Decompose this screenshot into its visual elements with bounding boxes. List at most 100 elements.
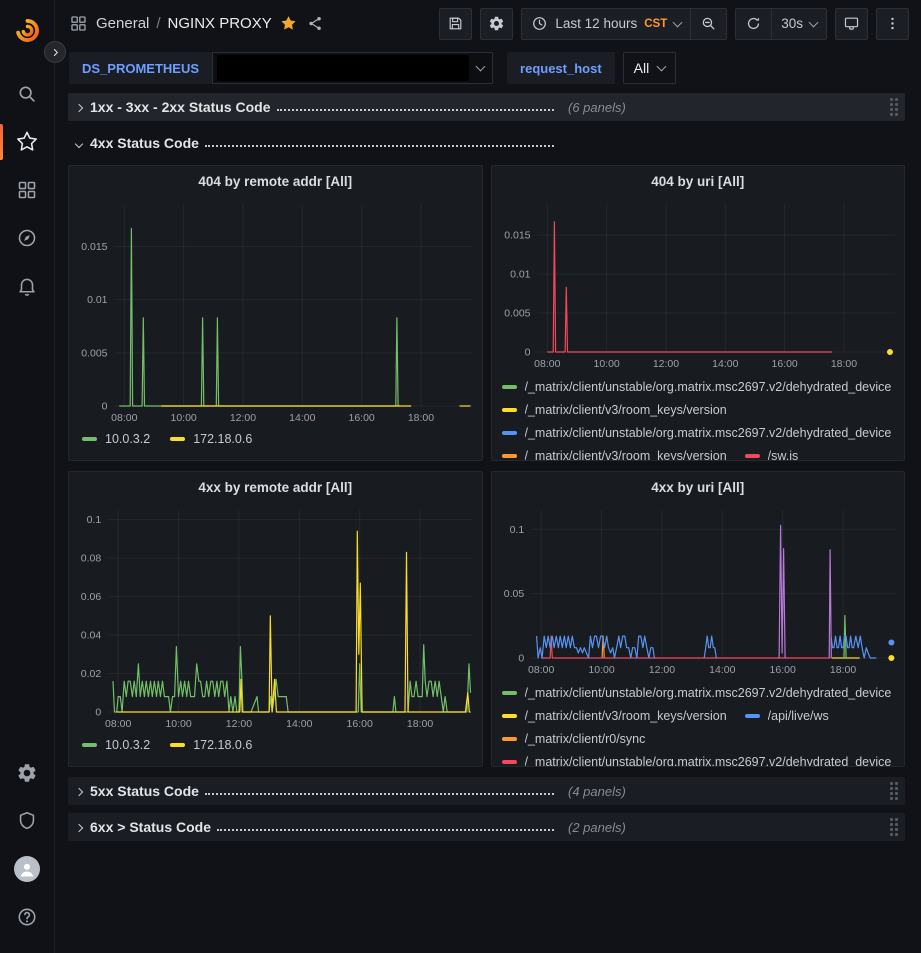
dashboard-settings-button[interactable] [480,8,513,40]
kebab-menu-button[interactable] [876,8,909,40]
chevron-right-icon [76,818,82,836]
legend-item[interactable]: 172.18.0.6 [170,432,252,446]
chart-canvas[interactable]: 08:0010:0012:0014:0016:0018:0000.0050.01… [492,196,905,372]
row-title: 5xx Status Code [90,783,199,799]
legend-swatch [170,437,185,441]
time-series-chart[interactable]: 08:0010:0012:0014:0016:0018:0000.020.040… [69,502,482,732]
datasource-variable: DS_PROMETHEUS [69,52,493,84]
legend-item[interactable]: /_matrix/client/unstable/org.matrix.msc2… [502,686,892,700]
time-range-picker[interactable]: Last 12 hours CST [522,9,690,39]
panel-404-by-uri: 404 by uri [All] 08:0010:0012:0014:0016:… [491,165,906,461]
panel-title[interactable]: 404 by remote addr [All] [69,166,482,196]
legend-item[interactable]: /_matrix/client/unstable/org.matrix.msc2… [502,426,892,440]
row-header-left: 5xx Status Code [74,782,556,800]
svg-text:16:00: 16:00 [347,718,373,730]
svg-text:08:00: 08:00 [105,718,131,730]
breadcrumb: General / NGINX PROXY [96,15,272,32]
alerting-bell-icon[interactable] [0,266,55,306]
request-host-variable: request_host All [507,52,676,84]
panel-count: (6 panels) [568,100,626,115]
row-4xx[interactable]: 4xx Status Code [68,129,905,157]
svg-text:10:00: 10:00 [165,718,191,730]
legend-item[interactable]: /_matrix/client/unstable/org.matrix.msc2… [502,755,892,767]
svg-text:0.05: 0.05 [503,588,524,600]
drag-handle[interactable] [890,98,898,116]
chevron-down-icon [673,17,683,27]
datasource-label[interactable]: DS_PROMETHEUS [69,52,212,84]
time-series-chart[interactable]: 08:0010:0012:0014:0016:0018:0000.0050.01… [492,196,905,372]
request-host-label[interactable]: request_host [507,52,615,84]
chart-legend: /_matrix/client/unstable/org.matrix.msc2… [492,372,905,460]
svg-text:0.01: 0.01 [510,269,531,281]
legend-item[interactable]: /_matrix/client/v3/room_keys/version [502,449,727,461]
share-icon[interactable] [307,15,324,32]
refresh-button[interactable] [736,9,771,39]
legend-item[interactable]: /sw.js [745,449,799,461]
row-title: 6xx > Status Code [90,819,211,835]
time-series-chart[interactable]: 08:0010:0012:0014:0016:0018:0000.050.1 [492,502,905,678]
svg-text:0: 0 [102,401,108,413]
legend-swatch [502,408,517,412]
starred-icon[interactable] [0,122,55,162]
panel-grid: 4xx by remote addr [All] 08:00 10:00 12:00… [68,471,905,767]
user-avatar[interactable] [0,849,55,889]
legend-item[interactable]: /_matrix/client/v3/room_keys/version [502,709,727,723]
legend-swatch [502,714,517,718]
legend-item[interactable]: 10.0.3.2 [82,432,150,446]
chart-canvas[interactable]: 08:0010:0012:0014:0016:0018:0000.0050.01… [69,196,482,426]
refresh-interval-dropdown[interactable]: 30s [771,9,826,39]
legend-item[interactable]: /_matrix/client/v3/room_keys/version [502,403,727,417]
chart-canvas[interactable]: 08:0010:0012:0014:0016:0018:0000.020.040… [69,502,482,732]
datasource-select[interactable] [212,52,493,84]
row-5xx[interactable]: 5xx Status Code (4 panels) [68,777,905,805]
favorite-star-icon[interactable] [280,15,297,32]
save-dashboard-button[interactable] [439,8,472,40]
panel-title[interactable]: 404 by uri [All] [492,166,905,196]
svg-text:10:00: 10:00 [593,358,619,370]
explore-compass-icon[interactable] [0,218,55,258]
legend-item[interactable]: /_matrix/client/unstable/org.matrix.msc2… [502,380,892,394]
legend-item[interactable]: /api/live/ws [745,709,829,723]
svg-text:18:00: 18:00 [829,664,855,676]
configuration-gear-icon[interactable] [0,753,55,793]
sidebar-expand-button[interactable] [44,41,66,63]
svg-text:12:00: 12:00 [226,718,252,730]
row-6xx[interactable]: 6xx > Status Code (2 panels) [68,813,905,841]
legend-label: 10.0.3.2 [105,738,150,752]
legend-item[interactable]: 172.18.0.6 [170,738,252,752]
zoom-out-button[interactable] [690,9,726,39]
grafana-app: General / NGINX PROXY Last 12 hours CST [0,0,921,953]
kiosk-monitor-button[interactable] [835,8,868,40]
legend-item[interactable]: /_matrix/client/r0/sync [502,732,646,746]
dashboards-icon[interactable] [0,170,55,210]
sidebar [0,0,55,953]
redacted-datasource-value [217,55,469,81]
panel-count: (4 panels) [568,784,626,799]
drag-handle[interactable] [890,818,898,836]
panel-title[interactable]: 4xx by remote addr [All] [69,472,482,502]
request-host-select[interactable]: All [623,52,677,84]
dashboard-title[interactable]: NGINX PROXY [168,15,272,32]
legend-label: /_matrix/client/unstable/org.matrix.msc2… [525,686,892,700]
svg-text:14:00: 14:00 [289,412,315,424]
panel-grid: 404 by remote addr [All] 08:0010:0012:00… [68,165,905,461]
breadcrumb-section[interactable]: General [96,15,149,32]
chevron-right-icon [76,98,82,116]
legend-row: /_matrix/client/unstable/org.matrix.msc2… [502,375,905,398]
time-series-chart[interactable]: 08:0010:0012:0014:0016:0018:0000.0050.01… [69,196,482,426]
legend-label: 172.18.0.6 [193,432,252,446]
row-1xx-3xx-2xx[interactable]: 1xx - 3xx - 2xx Status Code (6 panels) [68,93,905,121]
svg-text:0: 0 [95,707,101,719]
legend-swatch [502,454,517,458]
drag-handle[interactable] [890,782,898,800]
search-icon[interactable] [0,74,55,114]
legend-item[interactable]: 10.0.3.2 [82,738,150,752]
help-icon[interactable] [0,897,55,937]
server-admin-shield-icon[interactable] [0,801,55,841]
legend-row: /_matrix/client/unstable/org.matrix.msc2… [502,421,905,444]
svg-text:0.1: 0.1 [509,524,524,536]
legend-row: /_matrix/client/unstable/org.matrix.msc2… [502,681,905,704]
svg-text:18:00: 18:00 [830,358,856,370]
chart-canvas[interactable]: 08:0010:0012:0014:0016:0018:0000.050.1 [492,502,905,678]
panel-title[interactable]: 4xx by uri [All] [492,472,905,502]
